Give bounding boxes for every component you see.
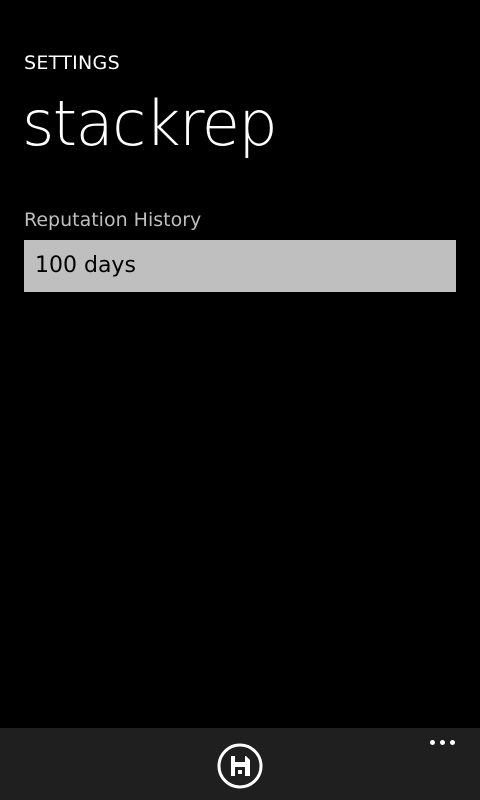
app-title: SETTINGS — [24, 52, 120, 74]
page-title: stackrep — [22, 87, 278, 160]
reputation-history-label: Reputation History — [24, 209, 202, 231]
reputation-history-picker[interactable]: 100 days — [24, 240, 456, 292]
save-button[interactable] — [216, 742, 264, 790]
page-header: SETTINGS — [24, 50, 120, 76]
more-options-ellipsis-icon[interactable] — [430, 740, 456, 746]
application-bar — [0, 728, 480, 800]
reputation-history-value: 100 days — [35, 253, 136, 278]
save-icon — [217, 743, 263, 789]
